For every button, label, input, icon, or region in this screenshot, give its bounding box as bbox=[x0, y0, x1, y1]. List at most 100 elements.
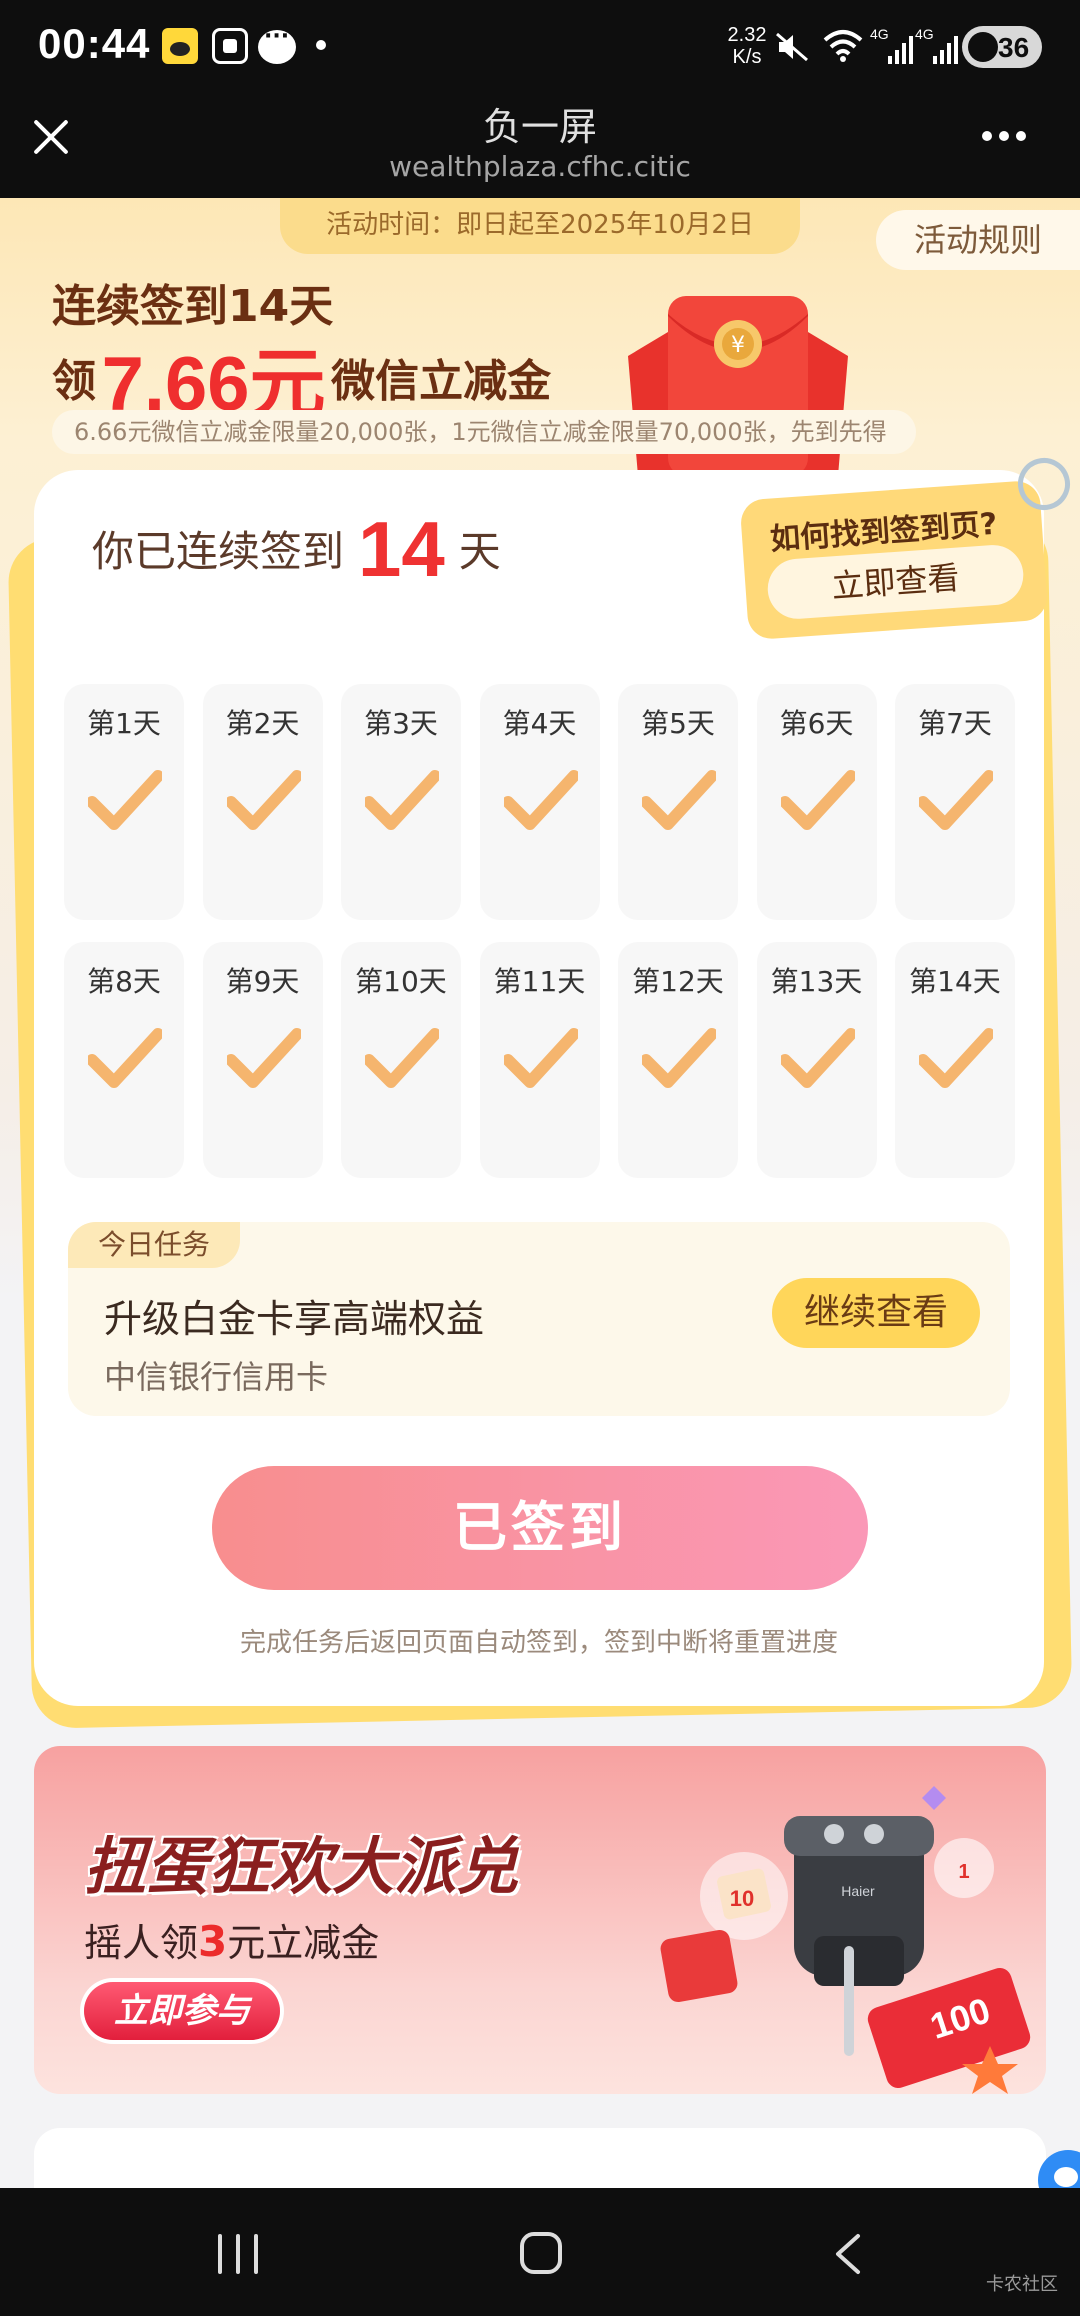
battery-level: 36 bbox=[998, 32, 1030, 63]
signal-icon: 4G bbox=[870, 26, 914, 66]
promo-banner[interactable]: 扭蛋狂欢大派兑 摇人领3元立减金 立即参与 10 Haier 1 100 bbox=[34, 1746, 1046, 2094]
day-label: 第7天 bbox=[918, 707, 992, 740]
checkmark-icon bbox=[919, 1028, 993, 1088]
day-label: 第1天 bbox=[87, 707, 161, 740]
banner-sub-prefix: 摇人领 bbox=[84, 1921, 199, 1965]
battery-saver-icon bbox=[968, 32, 998, 62]
hero-reward-prefix: 领 bbox=[52, 356, 96, 407]
streak-text: 你已连续签到 14 天 bbox=[92, 504, 501, 595]
app-notification-icon bbox=[162, 28, 198, 64]
checkmark-icon bbox=[919, 770, 993, 830]
day-label: 第10天 bbox=[355, 965, 447, 998]
page-url: wealthplaza.cfhc.citic bbox=[389, 150, 691, 183]
air-fryer-illustration: 10 Haier 1 100 bbox=[660, 1786, 1031, 2094]
day-cell: 第11天 bbox=[479, 942, 600, 1178]
network-speed-unit: K/s bbox=[732, 46, 762, 68]
day-cell: 第1天 bbox=[64, 684, 184, 920]
checkmark-icon bbox=[780, 770, 855, 830]
hero-reward: 领 7.66元 微信立减金 bbox=[52, 322, 552, 427]
network-speed-value: 2.32 bbox=[727, 24, 767, 46]
page-title: 负一屏 bbox=[482, 105, 597, 149]
checkmark-icon bbox=[226, 1028, 301, 1088]
today-task-title: 升级白金卡享高端权益 bbox=[104, 1297, 485, 1341]
scan-notification-icon bbox=[212, 28, 248, 64]
day-cell: 第10天 bbox=[341, 942, 461, 1178]
coupon-small-2: 1 bbox=[958, 1861, 969, 1883]
day-label: 第13天 bbox=[770, 965, 863, 998]
activity-period: 活动时间：即日起至2025年10月2日 bbox=[280, 198, 800, 254]
streak-prefix: 你已连续签到 bbox=[92, 527, 345, 576]
title-bar: 负一屏 wealthplaza.cfhc.citic bbox=[0, 90, 1080, 198]
day-cell: 第14天 bbox=[895, 942, 1015, 1178]
svg-text:¥: ¥ bbox=[731, 333, 745, 358]
status-bar: 00:44 2.32 K/s 4G 4G 36 bbox=[0, 0, 1080, 90]
checkmark-icon bbox=[780, 1028, 855, 1088]
day-label: 第2天 bbox=[225, 707, 300, 740]
hero-limit-note: 6.66元微信立减金限量20,000张，1元微信立减金限量70,000张，先到先… bbox=[52, 410, 916, 454]
more-icon[interactable] bbox=[982, 126, 1038, 146]
next-card bbox=[34, 2128, 1046, 2188]
checkmark-icon bbox=[503, 770, 578, 830]
day-cell: 第7天 bbox=[895, 684, 1015, 920]
wifi-icon bbox=[823, 30, 863, 62]
status-time: 00:44 bbox=[38, 20, 151, 67]
day-label: 第3天 bbox=[364, 707, 438, 740]
banner-title: 扭蛋狂欢大派兑 bbox=[84, 1830, 519, 1903]
streak-suffix: 天 bbox=[458, 527, 501, 576]
day-cell: 第2天 bbox=[202, 684, 323, 920]
checkmark-icon bbox=[88, 770, 162, 830]
day-cell: 第5天 bbox=[618, 684, 738, 920]
day-cell: 第4天 bbox=[479, 684, 600, 920]
banner-subtitle: 摇人领3元立减金 bbox=[84, 1912, 379, 1967]
checkmark-icon bbox=[365, 770, 439, 830]
continue-view-button[interactable]: 继续查看 bbox=[772, 1278, 980, 1348]
join-now-button[interactable]: 立即参与 bbox=[84, 1982, 280, 2040]
signal-type-label: 4G bbox=[915, 26, 934, 42]
day-label: 第5天 bbox=[641, 707, 715, 740]
day-cell: 第3天 bbox=[341, 684, 461, 920]
checkmark-icon bbox=[365, 1028, 439, 1088]
day-label: 第9天 bbox=[225, 965, 300, 998]
day-label: 第12天 bbox=[632, 965, 724, 998]
day-cell: 第8天 bbox=[64, 942, 184, 1178]
coupon-small-1: 10 bbox=[730, 1886, 754, 1911]
watermark: 卡农社区 bbox=[986, 2274, 1058, 2295]
day-label: 第4天 bbox=[502, 707, 577, 740]
battery-icon: 36 bbox=[962, 26, 1042, 68]
brand-label: Haier bbox=[841, 1883, 875, 1899]
more-notifications-dot bbox=[316, 40, 326, 50]
day-label: 第8天 bbox=[87, 965, 161, 998]
today-task: 今日任务 升级白金卡享高端权益 中信银行信用卡 继续查看 bbox=[68, 1222, 1010, 1416]
day-cell: 第6天 bbox=[756, 684, 877, 920]
day-label: 第6天 bbox=[779, 707, 854, 740]
banner-sub-amount: 3 bbox=[198, 1917, 228, 1966]
day-label: 第11天 bbox=[493, 965, 586, 998]
signed-in-button[interactable]: 已签到 bbox=[212, 1466, 868, 1590]
checkmark-icon bbox=[642, 1028, 716, 1088]
day-cell: 第13天 bbox=[756, 942, 877, 1178]
day-label: 第14天 bbox=[909, 965, 1001, 998]
checkmark-icon bbox=[503, 1028, 578, 1088]
checkmark-icon bbox=[226, 770, 301, 830]
sign-in-card: 你已连续签到 14 天 如何找到签到页? 立即查看 第1天 第2天 第3天 第4天 第5天第… bbox=[34, 470, 1049, 1706]
mute-icon bbox=[776, 32, 808, 62]
hero-reward-suffix: 微信立减金 bbox=[331, 356, 552, 407]
home-icon[interactable] bbox=[520, 2232, 562, 2274]
checkmark-icon bbox=[642, 770, 716, 830]
signal-icon: 4G bbox=[915, 26, 959, 66]
banner-sub-suffix: 元立减金 bbox=[227, 1921, 380, 1965]
day-cell: 第12天 bbox=[618, 942, 738, 1178]
network-speed: 2.32 K/s bbox=[722, 24, 772, 68]
day-cell: 第9天 bbox=[202, 942, 323, 1178]
activity-rules-button[interactable]: 活动规则 bbox=[876, 210, 1080, 270]
message-notification-icon bbox=[258, 24, 296, 64]
checkmark-icon bbox=[88, 1028, 162, 1088]
today-task-tag: 今日任务 bbox=[68, 1222, 240, 1268]
find-sign-page-box: 如何找到签到页? 立即查看 bbox=[739, 479, 1049, 641]
system-nav-bar: 卡农社区 bbox=[0, 2188, 1080, 2316]
signal-type-label: 4G bbox=[870, 26, 889, 42]
signed-in-note: 完成任务后返回页面自动签到，签到中断将重置进度 bbox=[239, 1628, 838, 1658]
recent-apps-icon[interactable] bbox=[218, 2234, 262, 2274]
back-icon[interactable] bbox=[832, 2232, 862, 2276]
streak-days: 14 bbox=[358, 505, 445, 593]
